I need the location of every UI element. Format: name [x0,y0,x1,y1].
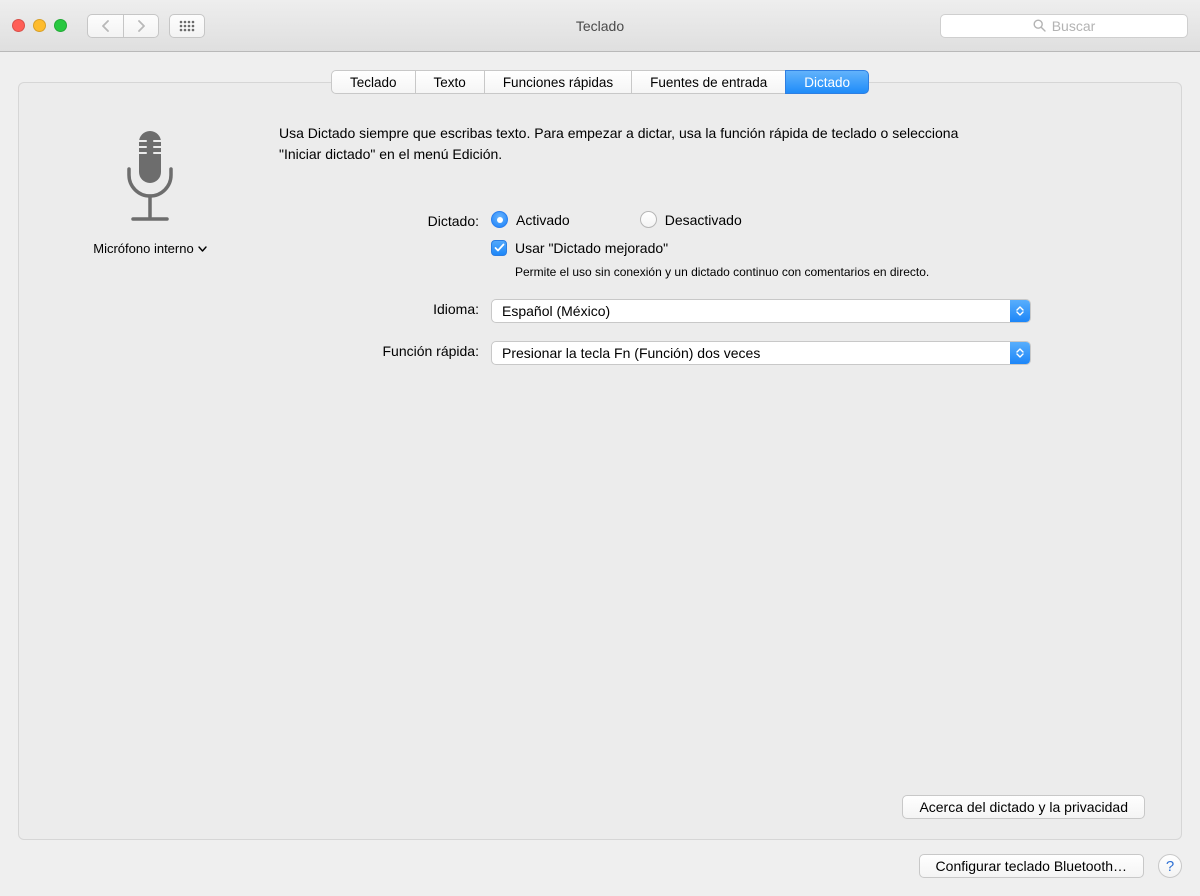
titlebar: Teclado Buscar [0,0,1200,52]
microphone-column: Micrófono interno [55,123,245,365]
radio-desactivado[interactable]: Desactivado [640,211,742,228]
bluetooth-keyboard-button[interactable]: Configurar teclado Bluetooth… [919,854,1144,878]
window-controls [12,19,67,32]
microphone-label: Micrófono interno [93,241,193,256]
checkbox-subtext: Permite el uso sin conexión y un dictado… [515,264,929,281]
popup-stepper-icon [1010,342,1030,364]
microphone-select[interactable]: Micrófono interno [93,241,206,256]
tab-dictado[interactable]: Dictado [785,70,869,94]
privacy-button[interactable]: Acerca del dictado y la privacidad [902,795,1145,819]
search-field[interactable]: Buscar [940,14,1188,38]
search-icon [1033,19,1046,32]
tab-texto[interactable]: Texto [415,70,484,94]
help-button[interactable]: ? [1158,854,1182,878]
idioma-popup[interactable]: Español (México) [491,299,1031,323]
dictado-label: Dictado: [279,211,479,229]
show-all-button[interactable] [169,14,205,38]
close-window-button[interactable] [12,19,25,32]
check-icon [493,241,506,254]
tab-bar: Teclado Texto Funciones rápidas Fuentes … [18,70,1182,94]
radio-activado[interactable]: Activado [491,211,570,228]
dictation-panel: Micrófono interno Usa Dictado siempre qu… [18,82,1182,840]
settings-column: Usa Dictado siempre que escribas texto. … [279,123,1145,365]
idioma-label: Idioma: [279,299,479,317]
popup-stepper-icon [1010,300,1030,322]
shortcut-popup[interactable]: Presionar la tecla Fn (Función) dos vece… [491,341,1031,365]
window-footer: Configurar teclado Bluetooth… ? [18,854,1182,878]
funcion-rapida-label: Función rápida: [279,341,479,359]
tab-fuentes-entrada[interactable]: Fuentes de entrada [631,70,785,94]
radio-activado-label: Activado [516,212,570,228]
minimize-window-button[interactable] [33,19,46,32]
checkbox-indicator [491,240,507,256]
shortcut-value: Presionar la tecla Fn (Función) dos vece… [502,345,760,361]
idioma-value: Español (México) [502,303,610,319]
checkbox-label: Usar "Dictado mejorado" [515,240,668,256]
back-button[interactable] [87,14,123,38]
chevron-down-icon [198,246,207,252]
radio-desactivado-label: Desactivado [665,212,742,228]
dictation-description: Usa Dictado siempre que escribas texto. … [279,123,999,165]
window-body: Teclado Texto Funciones rápidas Fuentes … [0,52,1200,896]
search-placeholder: Buscar [1052,18,1096,34]
nav-buttons [87,14,159,38]
checkbox-dictado-mejorado[interactable]: Usar "Dictado mejorado" [491,240,668,256]
radio-activado-indicator [491,211,508,228]
tab-funciones-rapidas[interactable]: Funciones rápidas [484,70,631,94]
radio-desactivado-indicator [640,211,657,228]
zoom-window-button[interactable] [54,19,67,32]
forward-button[interactable] [123,14,159,38]
microphone-icon [119,129,181,225]
tab-teclado[interactable]: Teclado [331,70,415,94]
